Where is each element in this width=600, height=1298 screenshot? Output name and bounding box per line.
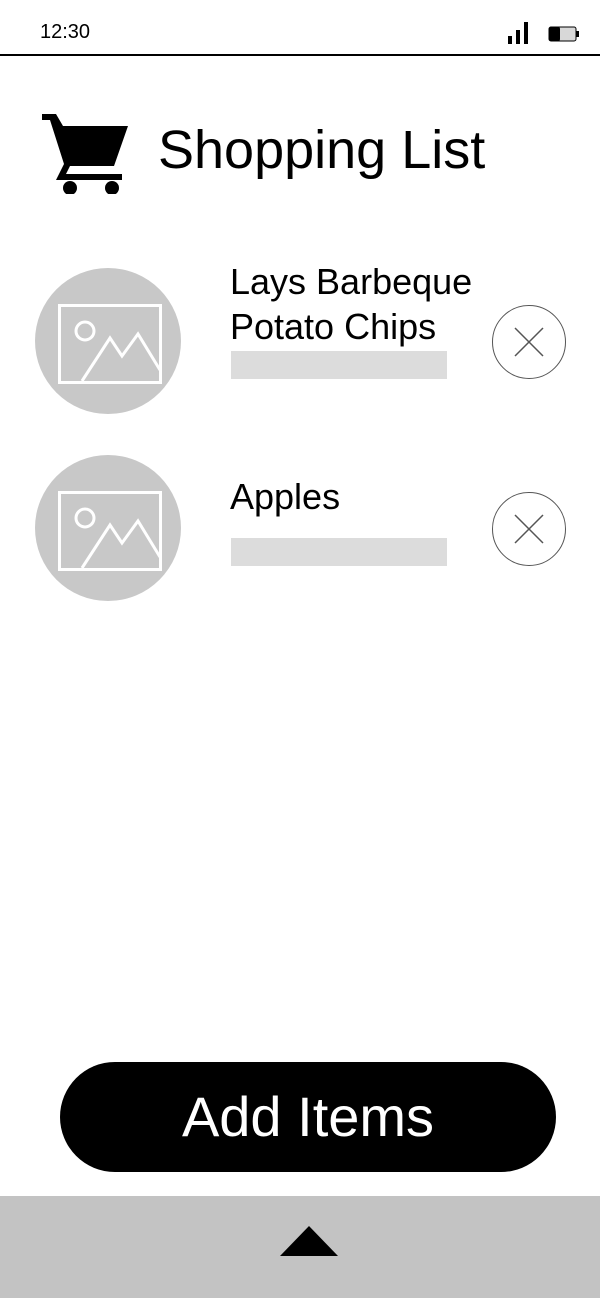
item-thumbnail [35, 268, 181, 414]
list-item: Lays Barbeque Potato Chips [0, 261, 600, 415]
page-title: Shopping List [158, 120, 486, 180]
item-thumbnail [35, 455, 181, 601]
shopping-cart-icon [42, 114, 128, 194]
item-name: Apples [230, 476, 341, 517]
battery-icon [548, 26, 579, 42]
item-detail-placeholder [231, 351, 447, 379]
image-placeholder-icon [58, 304, 162, 384]
remove-item-button[interactable] [492, 305, 566, 379]
close-icon [514, 514, 544, 544]
status-time: 12:30 [40, 21, 91, 43]
list-item: Apples [0, 452, 600, 602]
remove-item-button[interactable] [492, 492, 566, 566]
item-detail-placeholder [231, 538, 447, 566]
signal-icon [508, 22, 528, 44]
caret-up-icon[interactable] [278, 1224, 340, 1258]
header: Shopping List [0, 100, 600, 200]
image-placeholder-icon [58, 491, 162, 571]
add-items-button[interactable]: Add Items [60, 1062, 556, 1172]
close-icon [514, 327, 544, 357]
item-name: Lays Barbeque Potato Chips [230, 261, 473, 347]
bottom-bar [0, 1196, 600, 1298]
status-bar: 12:30 [0, 0, 600, 56]
